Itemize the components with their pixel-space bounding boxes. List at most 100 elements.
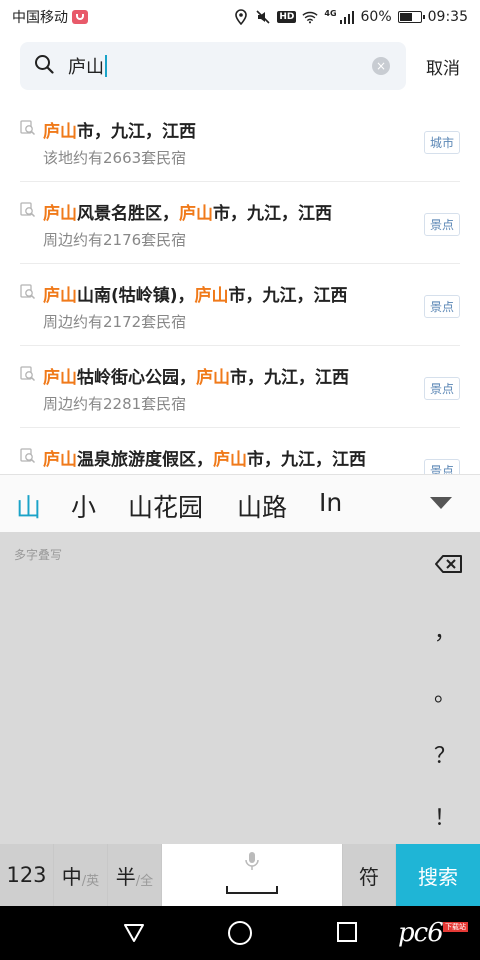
comma-key[interactable]: ， [410,614,480,646]
result-item-5[interactable]: 庐山温泉旅游度假区，庐山市，九江，江西 景点 [20,428,460,474]
search-icon [34,54,54,78]
result-item-4[interactable]: 庐山牯岭街心公园，庐山市，九江，江西 周边约有2281套民宿 景点 [20,346,460,428]
watermark-subtext: 下载站 [443,922,468,932]
network-type: 4G [324,8,337,18]
clock: 09:35 [427,9,468,25]
result-subtitle: 周边约有2176套民宿 [43,231,187,249]
title-highlight: 庐山 [43,122,77,142]
candidate-2[interactable]: 小 [71,488,96,524]
exclamation-key[interactable]: ！ [410,800,480,832]
candidate-3[interactable]: 山花园 [128,488,203,524]
title-highlight: 庐山 [43,450,77,470]
battery-icon [397,11,425,23]
backspace-icon[interactable] [434,554,464,574]
result-search-icon [20,284,36,300]
search-query: 庐山 [68,53,107,79]
title-highlight: 庐山 [213,450,247,470]
candidate-5[interactable]: In [319,488,342,517]
status-bar-right: HD 4G 60% 09:35 [233,9,468,25]
home-icon[interactable] [228,921,252,945]
expand-candidates-icon[interactable] [430,497,452,509]
hd-icon: HD [277,11,297,23]
back-icon[interactable] [123,923,145,943]
title-text: 市，九江，江西 [213,204,332,224]
result-type-badge: 景点 [423,213,460,236]
title-highlight: 庐山 [194,286,229,306]
title-highlight: 庐山 [196,368,230,388]
title-text: 市，九江，江西 [228,286,348,306]
search-results-list: 庐山市，九江，江西 该地约有2663套民宿 城市 庐山风景名胜区，庐山市，九江，… [0,100,480,474]
cancel-button[interactable]: 取消 [426,54,460,79]
recent-apps-icon[interactable] [337,922,357,942]
candidate-1[interactable]: 山 [16,488,41,524]
result-title: 庐山山南(牯岭镇)，庐山市，九江，江西 [43,281,348,306]
result-title: 庐山温泉旅游度假区，庐山市，九江，江西 [43,445,366,470]
watermark-logo: pc6 下载站 [398,918,472,948]
system-nav-bar: pc6 下载站 [0,906,480,960]
zh-label: 中 [61,864,82,889]
title-highlight: 庐山 [179,204,213,224]
signal-icon [339,9,355,25]
question-key[interactable]: ？ [410,738,480,770]
handwriting-area[interactable]: 多字叠写 [0,532,410,844]
ime-candidate-bar: 山 小 山花园 山路 In [0,474,480,532]
result-search-icon [20,366,36,382]
result-title: 庐山市，九江，江西 [43,117,196,142]
location-icon [233,9,249,25]
carrier-app-icon [72,10,88,24]
space-bar-icon [225,876,279,900]
result-title: 庐山风景名胜区，庐山市，九江，江西 [43,199,332,224]
result-item-1[interactable]: 庐山市，九江，江西 该地约有2663套民宿 城市 [20,100,460,182]
search-input[interactable]: 庐山 × [20,42,406,90]
watermark-text: pc6 [398,918,444,948]
carrier-name: 中国移动 [12,10,68,26]
title-text: 温泉旅游度假区， [77,450,213,470]
text-caret [105,55,107,77]
chinese-english-toggle[interactable]: 中/英 [54,844,108,906]
result-item-3[interactable]: 庐山山南(牯岭镇)，庐山市，九江，江西 周边约有2172套民宿 景点 [20,264,460,346]
clear-icon: × [375,59,387,73]
result-type-badge: 城市 [423,131,460,154]
title-text: 市，九江，江西 [77,122,196,142]
half-full-width-toggle[interactable]: 半/全 [108,844,162,906]
result-subtitle: 周边约有2172套民宿 [43,313,187,331]
result-item-2[interactable]: 庐山风景名胜区，庐山市，九江，江西 周边约有2176套民宿 景点 [20,182,460,264]
result-type-badge: 景点 [423,459,460,474]
status-bar-left: 中国移动 [12,7,88,27]
result-search-icon [20,120,36,136]
status-bar: 中国移动 HD 4G 60% 09:35 [0,0,480,34]
title-text: 市，九江，江西 [247,450,366,470]
ime-keyboard: 多字叠写 ， 。 ？ ！ 123 中/英 半/全 符 搜索 [0,532,480,906]
result-title: 庐山牯岭街心公园，庐山市，九江，江西 [43,363,349,388]
search-bar: 庐山 × 取消 [0,38,480,94]
handwriting-mode-label: 多字叠写 [14,548,63,562]
full-label: /全 [135,873,154,889]
half-label: 半 [115,864,136,889]
candidate-4[interactable]: 山路 [237,488,287,524]
result-search-icon [20,202,36,218]
title-text: 风景名胜区， [77,204,179,224]
result-type-badge: 景点 [423,295,460,318]
clear-search-button[interactable]: × [372,57,390,75]
title-text: 山南(牯岭镇)， [77,286,195,306]
battery-percent: 60% [360,9,392,25]
mute-icon [255,9,271,25]
title-highlight: 庐山 [43,204,77,224]
keyboard-bottom-row: 123 中/英 半/全 符 搜索 [0,844,480,906]
result-type-badge: 景点 [423,377,460,400]
microphone-icon[interactable] [245,851,259,876]
space-key[interactable] [162,844,343,906]
search-key[interactable]: 搜索 [396,844,480,906]
en-label: /英 [81,873,100,889]
title-text: 牯岭街心公园， [77,368,196,388]
punctuation-column: ， 。 ？ ！ [410,532,480,844]
symbols-key[interactable]: 符 [343,844,396,906]
wifi-icon [302,9,318,25]
result-subtitle: 周边约有2281套民宿 [43,395,187,413]
numbers-key[interactable]: 123 [0,844,54,906]
title-highlight: 庐山 [43,368,77,388]
title-highlight: 庐山 [43,286,77,306]
title-text: 市，九江，江西 [230,368,349,388]
result-subtitle: 该地约有2663套民宿 [43,149,187,167]
period-key[interactable]: 。 [410,676,480,708]
